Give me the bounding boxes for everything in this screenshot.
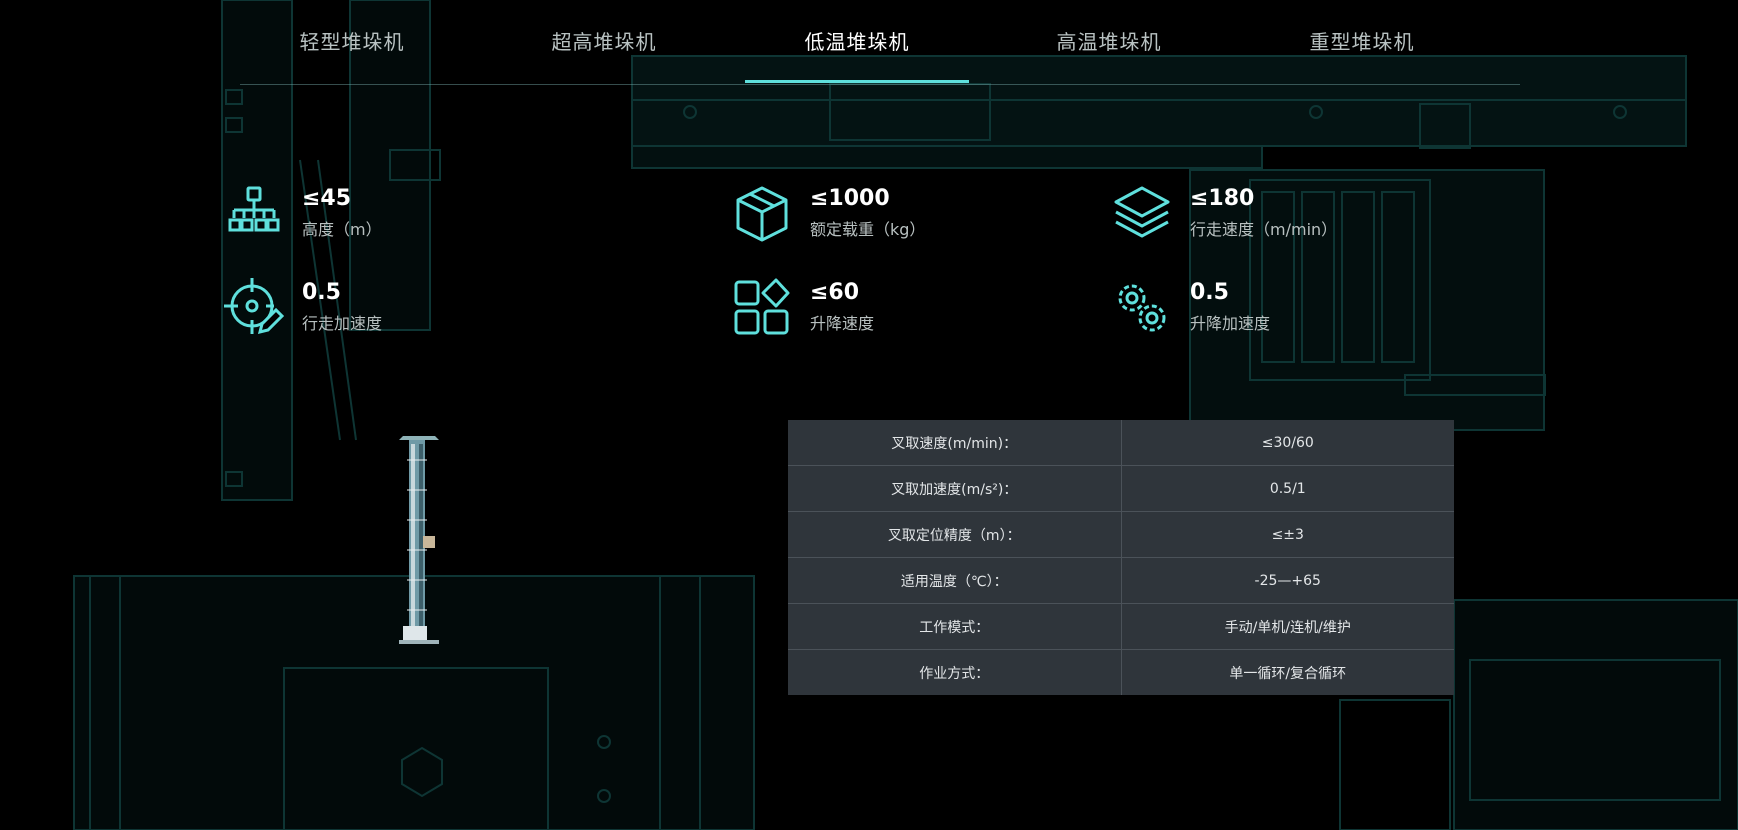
spec-table: 叉取速度(m/min)： ≤30/60 叉取加速度(m/s²)： 0.5/1 叉… [788, 420, 1454, 695]
table-row: 叉取加速度(m/s²)： 0.5/1 [788, 465, 1454, 512]
spec-value: 0.5/1 [1121, 465, 1454, 512]
spec-value: -25—+65 [1121, 557, 1454, 604]
tab-bar: 轻型堆垛机 超高堆垛机 低温堆垛机 高温堆垛机 重型堆垛机 [240, 0, 1520, 85]
background-blueprint [73, 0, 1738, 830]
table-row: 叉取速度(m/min)： ≤30/60 [788, 420, 1454, 466]
spec-name: 叉取速度(m/min)： [788, 420, 1122, 466]
spec-name: 工作模式： [788, 603, 1122, 650]
stat-lift-acceleration-value: 0.5 [1190, 280, 1229, 305]
stat-travel-acceleration-label: 行走加速度 [302, 314, 383, 333]
tab-ultra-high-stacker[interactable]: 超高堆垛机 [492, 26, 716, 55]
stat-lift-acceleration: 0.5 升降加速度 [1112, 278, 1412, 338]
stat-travel-speed: ≤180 行走速度（m/min） [1112, 184, 1442, 244]
stat-lift-acceleration-label: 升降加速度 [1190, 314, 1271, 333]
stat-lift-speed-label: 升降速度 [810, 314, 875, 333]
layers-icon [1114, 186, 1170, 238]
table-row: 叉取定位精度（m）： ≤±3 [788, 511, 1454, 558]
target-edit-icon [224, 278, 284, 335]
table-row: 作业方式： 单一循环/复合循环 [788, 649, 1454, 695]
stat-rated-load-label: 额定载重（kg） [810, 220, 926, 239]
stat-travel-acceleration: 0.5 行走加速度 [224, 278, 524, 338]
table-row: 工作模式： 手动/单机/连机/维护 [788, 603, 1454, 650]
stat-travel-acceleration-value: 0.5 [302, 280, 341, 305]
table-row: 适用温度（℃）： -25—+65 [788, 557, 1454, 604]
gears-icon [1118, 284, 1166, 332]
stat-height-label: 高度（m） [302, 220, 382, 239]
stat-rated-load: ≤1000 额定载重（kg） [732, 184, 1032, 244]
spec-value: 手动/单机/连机/维护 [1121, 603, 1454, 650]
stat-lift-speed-value: ≤60 [810, 280, 860, 305]
spec-value: 单一循环/复合循环 [1229, 665, 1347, 682]
stacker-crane-image [399, 436, 439, 644]
stat-lift-speed: ≤60 升降速度 [732, 278, 1032, 338]
stat-travel-speed-label: 行走速度（m/min） [1190, 220, 1338, 239]
tab-high-temp-stacker[interactable]: 高温堆垛机 [997, 26, 1221, 55]
tab-low-temp-stacker[interactable]: 低温堆垛机 [745, 26, 969, 55]
stat-height-value: ≤45 [302, 186, 352, 211]
tab-heavy-stacker[interactable]: 重型堆垛机 [1250, 26, 1474, 55]
spec-value: ≤30/60 [1121, 420, 1454, 466]
spec-value: ≤±3 [1121, 511, 1454, 558]
stat-rated-load-value: ≤1000 [810, 186, 890, 211]
stat-travel-speed-value: ≤180 [1190, 186, 1255, 211]
apps-grid-icon [734, 278, 790, 335]
spec-name: 叉取加速度(m/s²)： [788, 465, 1122, 512]
spec-name: 作业方式： [788, 649, 1122, 695]
cube-icon [736, 186, 788, 242]
org-chart-icon [228, 186, 280, 232]
spec-name: 适用温度（℃）： [788, 557, 1122, 604]
spec-name: 叉取定位精度（m）： [788, 511, 1122, 558]
active-tab-indicator [745, 80, 969, 83]
tab-light-stacker[interactable]: 轻型堆垛机 [240, 26, 464, 55]
stat-height: ≤45 高度（m） [224, 184, 524, 244]
